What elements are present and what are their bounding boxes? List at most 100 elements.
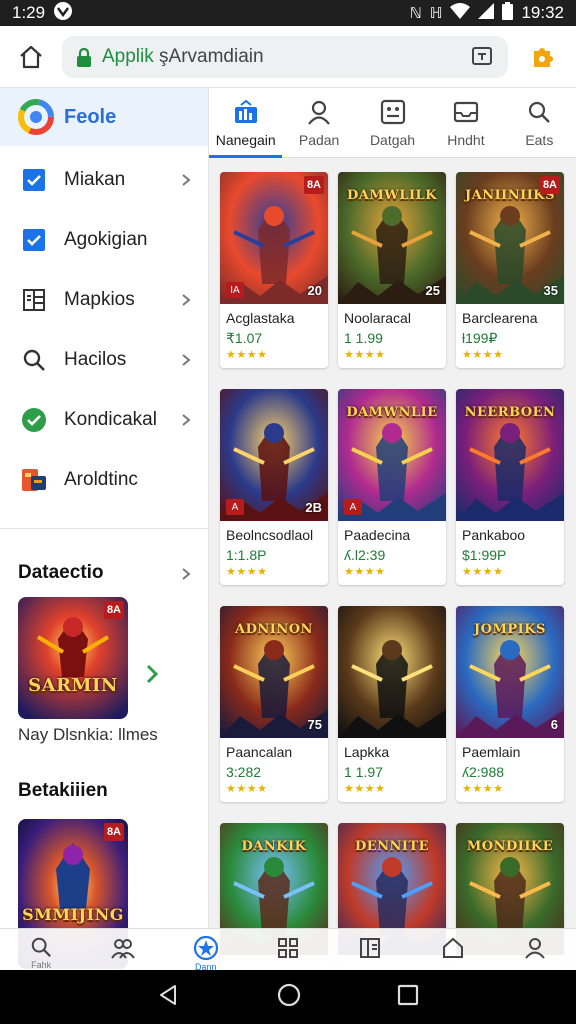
app-card-rating-stars: ★★★★ <box>462 566 504 578</box>
status-clock: 19:32 <box>521 3 564 22</box>
bottom-nav-split[interactable] <box>329 929 411 970</box>
app-card[interactable]: 8A IA 20 Acglastaka ₹1.07 ★★★★ <box>220 172 328 368</box>
app-card[interactable]: JOMPIKS 6 Paemlain ʎ2:988 ★★★★ <box>456 606 564 802</box>
app-card-thumbnail[interactable]: A 2B <box>220 389 328 521</box>
app-card-art-title: DANKIK <box>241 839 307 854</box>
chevron-right-icon[interactable] <box>144 662 160 686</box>
app-card-name: Beolncsodlaol <box>226 527 314 543</box>
app-card[interactable]: A 2B Beolncsodlaol 1:1.8P ★★★★ <box>220 389 328 585</box>
promo-art-title: SARMIN <box>28 675 118 696</box>
wifi-icon <box>450 2 471 24</box>
app-card-art-title: DAMWNLIE <box>346 405 438 420</box>
sidebar-item-label: Mapkios <box>64 289 135 310</box>
home-icon <box>440 935 466 961</box>
app-card-rating-stars: ★★★★ <box>344 783 386 795</box>
search-icon <box>28 935 54 959</box>
sidebar-item-aroldtinc[interactable]: Aroldtinc <box>0 450 208 510</box>
sidebar-item-label: Miakan <box>64 169 126 190</box>
section-title-dataectio[interactable]: Dataectio <box>0 553 208 593</box>
app-card[interactable]: Lapkka 1 1.97 ★★★★ <box>338 606 446 802</box>
checkbox-checked-icon[interactable] <box>20 166 48 194</box>
recents-square-icon <box>397 984 418 1005</box>
app-card-corner-badge: A <box>344 499 362 515</box>
extension-button[interactable] <box>508 26 576 88</box>
sidebar-header-label: Feole <box>64 105 117 128</box>
app-card-thumbnail[interactable]: 8A IA 20 <box>220 172 328 304</box>
home-nav-button[interactable] <box>276 982 302 1013</box>
app-card-rating-stars: ★★★★ <box>462 349 504 361</box>
address-bar[interactable]: Applik şArvamdiain <box>62 35 508 78</box>
app-card-rating-stars: ★★★★ <box>226 566 268 578</box>
app-card[interactable]: DAMWLILK 25 Noolaracal 1 1.99 ★★★★ <box>338 172 446 368</box>
grid-list-icon <box>20 286 48 314</box>
sidebar-header[interactable]: Feole <box>0 88 208 146</box>
app-card-art-title: JOMPIKS <box>474 622 546 637</box>
browser-toolbar: Applik şArvamdiain <box>0 26 576 88</box>
home-circle-icon <box>277 983 301 1006</box>
cellular-icon <box>478 2 495 24</box>
bottom-app-bar: Fahk Dann <box>0 928 576 972</box>
app-card-rating-stars: ★★★★ <box>462 783 504 795</box>
green-check-circle-icon <box>20 406 48 434</box>
app-card-thumbnail[interactable]: JOMPIKS 6 <box>456 606 564 738</box>
bottom-nav-grid[interactable] <box>247 929 329 970</box>
tab-switcher-icon <box>472 46 492 65</box>
app-card-name: Lapkka <box>344 744 390 760</box>
battery-icon <box>502 1 514 25</box>
promo-card-image[interactable]: 8A SARMIN <box>18 597 128 719</box>
tab-datgah[interactable]: Datgah <box>356 88 429 157</box>
bottom-nav-home[interactable] <box>411 929 493 970</box>
app-card-thumbnail[interactable]: DAMWLILK 25 <box>338 172 446 304</box>
bottom-nav-search[interactable]: Fahk <box>0 929 82 970</box>
tab-switcher-button[interactable] <box>470 44 496 70</box>
section-title-betakiiien[interactable]: Betakiiien <box>0 771 208 811</box>
sidebar-item-hacilos[interactable]: Hacilos <box>0 330 208 390</box>
app-card-thumbnail[interactable]: ADNINON 75 <box>220 606 328 738</box>
back-button[interactable] <box>157 983 181 1012</box>
app-card-name: Paemlain <box>462 744 521 760</box>
app-card-thumbnail[interactable]: DAMWNLIE A <box>338 389 446 521</box>
bottom-nav-label: Fahk <box>31 960 52 970</box>
chevron-right-icon <box>182 294 191 306</box>
app-card-rating-stars: ★★★★ <box>226 349 268 361</box>
app-card-rating-stars: ★★★★ <box>226 783 268 795</box>
url-text: Applik şArvamdiain <box>102 46 264 68</box>
app-card-thumbnail[interactable]: NEERBOEN <box>456 389 564 521</box>
app-card-price: ʎ.Ɩ2:39 <box>344 547 386 563</box>
app-card-price: 3:282 <box>226 764 262 780</box>
tab-hndht[interactable]: Hndht <box>429 88 502 157</box>
promo-art-title: SMMIJING <box>22 905 124 924</box>
home-button[interactable] <box>0 26 62 88</box>
app-card-thumbnail[interactable]: JANIINIIKS 8A 35 <box>456 172 564 304</box>
bottom-nav-profile[interactable] <box>494 929 576 970</box>
sidebar-item-mapkios[interactable]: Mapkios <box>0 270 208 330</box>
vibrate-icon: ℍ <box>429 5 443 22</box>
tab-label: Datgah <box>369 131 416 148</box>
bottom-nav-people[interactable] <box>82 929 164 970</box>
app-card-art-title: NEERBOEN <box>464 405 556 420</box>
app-card-name: Acglastaka <box>226 310 295 326</box>
chevron-right-icon <box>182 414 191 426</box>
checkbox-checked-icon[interactable] <box>20 226 48 254</box>
sidebar-item-miakan[interactable]: Miakan <box>0 150 208 210</box>
app-card[interactable]: JANIINIIKS 8A 35 Barclearena ƚ199₽ ★★★★ <box>456 172 564 368</box>
chevron-right-icon <box>182 354 191 366</box>
sidebar-item-agokigian[interactable]: Agokigian <box>0 210 208 270</box>
tab-eats[interactable]: Eats <box>503 88 576 157</box>
status-bar: 1:29 ℕ ℍ 19:32 <box>0 0 576 26</box>
tab-padan[interactable]: Padan <box>282 88 355 157</box>
sidebar-item-label: Kondicakal <box>64 409 157 430</box>
tab-nanegain[interactable]: Nanegain <box>209 88 283 158</box>
app-card-name: Paancalan <box>226 744 293 760</box>
face-box-icon <box>379 98 407 126</box>
app-card[interactable]: ADNINON 75 Paancalan 3:282 ★★★★ <box>220 606 328 802</box>
app-card-rating-stars: ★★★★ <box>344 566 386 578</box>
app-card[interactable]: DAMWNLIE A Paadecina ʎ.Ɩ2:39 ★★★★ <box>338 389 446 585</box>
app-card-number: 75 <box>307 717 322 732</box>
sidebar-item-kondicakal[interactable]: Kondicakal <box>0 390 208 450</box>
recents-button[interactable] <box>397 984 419 1011</box>
app-card[interactable]: NEERBOEN Pankaboo $1:99P ★★★★ <box>456 389 564 585</box>
app-card-price: $1:99P <box>462 547 507 563</box>
app-card-thumbnail[interactable] <box>338 606 446 738</box>
bottom-nav-featured[interactable]: Dann <box>165 929 247 972</box>
